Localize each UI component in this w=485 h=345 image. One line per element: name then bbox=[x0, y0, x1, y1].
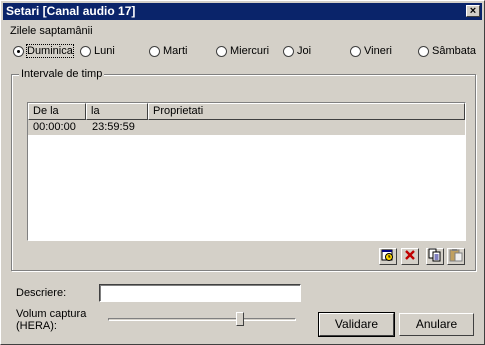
intervals-list[interactable]: De la la Proprietati 00:00:00 23:59:59 bbox=[27, 102, 466, 241]
volume-slider-thumb[interactable] bbox=[236, 312, 244, 326]
window-title: Setari [Canal audio 17] bbox=[6, 4, 136, 18]
days-label: Zilele saptamânii bbox=[10, 25, 93, 37]
description-field[interactable] bbox=[99, 284, 301, 302]
radio-joi[interactable]: Joi bbox=[283, 44, 311, 58]
copy-interval-button[interactable] bbox=[426, 248, 444, 265]
radio-dot bbox=[418, 45, 429, 57]
radio-dot bbox=[283, 45, 294, 57]
table-row[interactable]: 00:00:00 23:59:59 bbox=[28, 120, 465, 135]
radio-dot bbox=[80, 45, 91, 57]
radio-miercuri[interactable]: Miercuri bbox=[216, 44, 269, 58]
dialog-window: Setari [Canal audio 17] × Zilele saptamâ… bbox=[0, 0, 485, 345]
validate-button[interactable]: Validare bbox=[318, 312, 395, 337]
radio-sambata[interactable]: Sâmbata bbox=[418, 44, 476, 58]
volume-label: Volum captura (HERA): bbox=[16, 308, 87, 332]
radio-dot bbox=[13, 45, 24, 57]
radio-duminica[interactable]: Duminica bbox=[13, 44, 74, 58]
cancel-button[interactable]: Anulare bbox=[399, 313, 474, 336]
radio-vineri[interactable]: Vineri bbox=[350, 44, 392, 58]
radio-label: Joi bbox=[297, 45, 312, 57]
radio-label: Sâmbata bbox=[432, 45, 477, 57]
close-icon: × bbox=[469, 5, 477, 17]
title-bar[interactable]: Setari [Canal audio 17] × bbox=[3, 3, 482, 20]
radio-dot bbox=[149, 45, 160, 57]
radio-label: Marti bbox=[163, 45, 188, 57]
description-label: Descriere: bbox=[16, 287, 67, 299]
copy-icon bbox=[428, 248, 442, 265]
radio-label: Luni bbox=[94, 45, 115, 57]
radio-label: Vineri bbox=[364, 45, 392, 57]
add-interval-button[interactable] bbox=[379, 248, 397, 265]
delete-interval-button[interactable] bbox=[401, 248, 419, 265]
close-button[interactable]: × bbox=[466, 5, 480, 17]
cell-from: 00:00:00 bbox=[33, 121, 76, 133]
radio-luni[interactable]: Luni bbox=[80, 44, 115, 58]
radio-label: Miercuri bbox=[230, 45, 270, 57]
volume-slider-track[interactable] bbox=[108, 318, 296, 321]
add-interval-icon bbox=[381, 248, 395, 265]
paste-icon bbox=[449, 248, 463, 265]
column-header-to[interactable]: la bbox=[86, 103, 148, 120]
paste-interval-button[interactable] bbox=[447, 248, 465, 265]
delete-icon bbox=[404, 249, 416, 264]
radio-marti[interactable]: Marti bbox=[149, 44, 187, 58]
radio-dot bbox=[216, 45, 227, 57]
radio-label: Duminica bbox=[26, 44, 74, 58]
cell-to: 23:59:59 bbox=[92, 121, 135, 133]
column-header-properties[interactable]: Proprietati bbox=[148, 103, 465, 120]
intervals-group-label: Intervale de timp bbox=[19, 68, 105, 80]
column-header-from[interactable]: De la bbox=[28, 103, 86, 120]
radio-dot bbox=[350, 45, 361, 57]
